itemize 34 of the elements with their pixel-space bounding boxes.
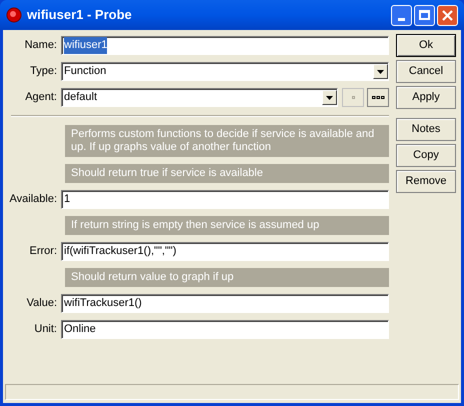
description-note: Performs custom functions to decide if service is available and up. If up graphs value of another function <box>65 125 389 157</box>
close-icon <box>442 10 453 20</box>
caret-icon <box>326 96 333 100</box>
dropdown[interactable]: Function <box>61 62 389 81</box>
description-note: Should return value to graph if up <box>65 268 389 287</box>
dialog-button[interactable]: Copy <box>396 144 456 167</box>
more-button[interactable] <box>367 88 389 107</box>
minimize-button[interactable] <box>391 4 412 26</box>
dialog-button[interactable]: Ok <box>396 34 456 57</box>
field-label: Unit: <box>34 322 57 338</box>
maximize-button[interactable] <box>414 4 435 26</box>
dialog-button[interactable]: Remove <box>396 170 456 193</box>
field-label: Value: <box>26 296 57 312</box>
field-label: Name: <box>24 38 57 54</box>
input-field[interactable]: 1 <box>61 190 389 209</box>
field-label: Agent: <box>25 90 57 106</box>
dropdown[interactable]: default <box>61 88 338 107</box>
input-field[interactable]: if(wifiTrackuser1(),"","") <box>61 242 389 261</box>
dialog-button[interactable]: Cancel <box>396 60 456 83</box>
description-note: Should return true if service is available <box>65 164 389 183</box>
dots-icon <box>372 96 384 99</box>
dialog-button[interactable]: Notes <box>396 118 456 141</box>
close-button[interactable] <box>437 4 458 26</box>
dialog-button[interactable]: Apply <box>396 86 456 109</box>
field-label: Available: <box>10 192 57 208</box>
field-label: Error: <box>30 244 57 260</box>
description-note: If return string is empty then service is assumed up <box>65 216 389 235</box>
input-field[interactable]: wifiTrackuser1() <box>61 294 389 313</box>
input-field[interactable]: wifiuser1 <box>61 36 389 55</box>
app-icon <box>6 7 22 23</box>
window-title: wifiuser1 - Probe <box>27 6 133 24</box>
caret-icon <box>377 70 384 74</box>
input-field[interactable]: Online <box>61 320 389 339</box>
field-label: Type: <box>30 64 57 80</box>
